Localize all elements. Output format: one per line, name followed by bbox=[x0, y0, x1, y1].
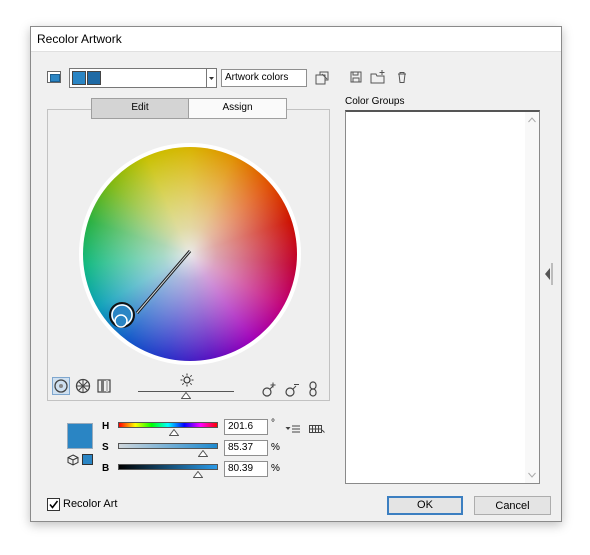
brightness-slider-thumb[interactable] bbox=[181, 392, 191, 399]
title-bar: Recolor Artwork bbox=[31, 27, 561, 52]
color-groups-scrollbar[interactable] bbox=[525, 112, 539, 483]
saturation-slider-thumb[interactable] bbox=[198, 450, 208, 457]
hue-slider[interactable] bbox=[118, 422, 218, 428]
remove-color-icon[interactable] bbox=[284, 382, 300, 398]
scroll-up-icon[interactable] bbox=[528, 117, 536, 123]
color-groups-list[interactable] bbox=[345, 110, 540, 484]
delete-icon[interactable] bbox=[395, 70, 409, 84]
current-color-swatch-2[interactable] bbox=[87, 71, 101, 85]
smooth-wheel-icon bbox=[54, 379, 68, 393]
new-group-icon[interactable] bbox=[314, 70, 330, 86]
current-colors-dropdown[interactable] bbox=[207, 68, 217, 88]
brightness-value-slider-thumb[interactable] bbox=[193, 471, 203, 478]
swatch-library-icon[interactable] bbox=[309, 423, 325, 435]
scroll-down-icon[interactable] bbox=[528, 472, 536, 478]
saturation-value-input[interactable]: 85.37 bbox=[224, 440, 268, 456]
recolor-artwork-dialog: Recolor Artwork Artwork colors Edit Assi… bbox=[30, 26, 562, 522]
color-groups-label: Color Groups bbox=[345, 96, 405, 107]
brightness-value-slider[interactable] bbox=[118, 464, 218, 470]
hue-label: H bbox=[102, 421, 110, 432]
recolor-art-checkbox[interactable] bbox=[47, 498, 60, 511]
brightness-value-input[interactable]: 80.39 bbox=[224, 461, 268, 477]
chevron-down-icon bbox=[209, 77, 214, 80]
secondary-color-marker[interactable] bbox=[114, 314, 128, 328]
current-colors-field[interactable] bbox=[69, 68, 207, 88]
recolor-art-label[interactable]: Recolor Art bbox=[63, 498, 117, 510]
color-bars-icon[interactable] bbox=[96, 378, 112, 394]
ok-button[interactable]: OK bbox=[387, 496, 463, 515]
window-title: Recolor Artwork bbox=[37, 32, 122, 46]
link-icon[interactable] bbox=[307, 380, 319, 398]
current-color-swatch-1[interactable] bbox=[72, 71, 86, 85]
tab-assign[interactable]: Assign bbox=[189, 99, 286, 118]
saturation-label: S bbox=[102, 442, 109, 453]
hue-slider-thumb[interactable] bbox=[169, 429, 179, 436]
tab-bar: Edit Assign bbox=[91, 98, 287, 119]
collapse-panel-handle[interactable] bbox=[543, 259, 553, 289]
hue-value-input[interactable]: 201.6 bbox=[224, 419, 268, 435]
segmented-wheel-icon[interactable] bbox=[75, 378, 91, 394]
collapse-arrow-icon bbox=[545, 263, 553, 285]
cube-icon[interactable] bbox=[67, 454, 79, 466]
add-color-icon[interactable] bbox=[261, 382, 277, 398]
active-colors-toggle[interactable] bbox=[47, 71, 61, 83]
sun-icon bbox=[180, 373, 194, 387]
new-folder-icon[interactable] bbox=[369, 69, 387, 85]
brightness-unit: % bbox=[271, 463, 280, 474]
selected-color-swatch[interactable] bbox=[67, 423, 93, 449]
color-wheel-center bbox=[83, 147, 297, 361]
cancel-button[interactable]: Cancel bbox=[474, 496, 551, 515]
saturation-slider[interactable] bbox=[118, 443, 218, 449]
harmony-rules-field[interactable]: Artwork colors bbox=[221, 69, 307, 87]
checkmark-icon bbox=[49, 500, 59, 509]
tab-edit[interactable]: Edit bbox=[92, 99, 189, 118]
brightness-label: B bbox=[102, 463, 110, 474]
save-icon[interactable] bbox=[349, 70, 363, 84]
smooth-wheel-button[interactable] bbox=[52, 377, 70, 395]
saturation-unit: % bbox=[271, 442, 280, 453]
menu-icon[interactable] bbox=[285, 424, 301, 434]
active-color-chip bbox=[50, 74, 60, 82]
hue-unit: ° bbox=[271, 418, 275, 429]
color-wheel[interactable] bbox=[79, 143, 301, 365]
swatch-color-chip[interactable] bbox=[82, 454, 93, 465]
